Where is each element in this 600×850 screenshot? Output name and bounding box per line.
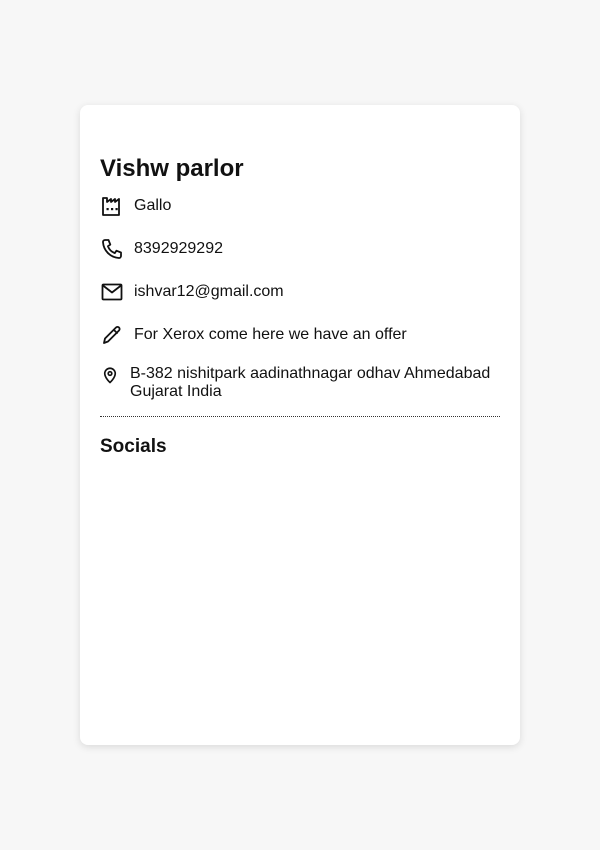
note-row: For Xerox come here we have an offer [100,323,500,347]
address-row: B-382 nishitpark aadinathnagar odhav Ahm… [100,365,500,401]
note-text: For Xerox come here we have an offer [134,326,407,343]
company-row: Gallo [100,194,500,218]
address-text: B-382 nishitpark aadinathnagar odhav Ahm… [130,365,491,400]
phone-number[interactable]: 8392929292 [134,240,223,258]
email-address[interactable]: ishvar12@gmail.com [134,283,284,301]
company-name: Gallo [134,197,172,214]
business-card: Vishw parlor Gallo 8392929292 ishvar12@g… [80,105,520,745]
business-name: Vishw parlor [100,155,244,182]
map-pin-icon [100,365,120,385]
mail-icon [100,280,124,304]
phone-row[interactable]: 8392929292 [100,237,500,261]
pencil-icon [100,323,124,347]
socials-heading: Socials [100,436,167,457]
email-row[interactable]: ishvar12@gmail.com [100,280,500,304]
factory-icon [100,194,124,218]
divider [100,416,500,417]
phone-icon [100,237,124,261]
